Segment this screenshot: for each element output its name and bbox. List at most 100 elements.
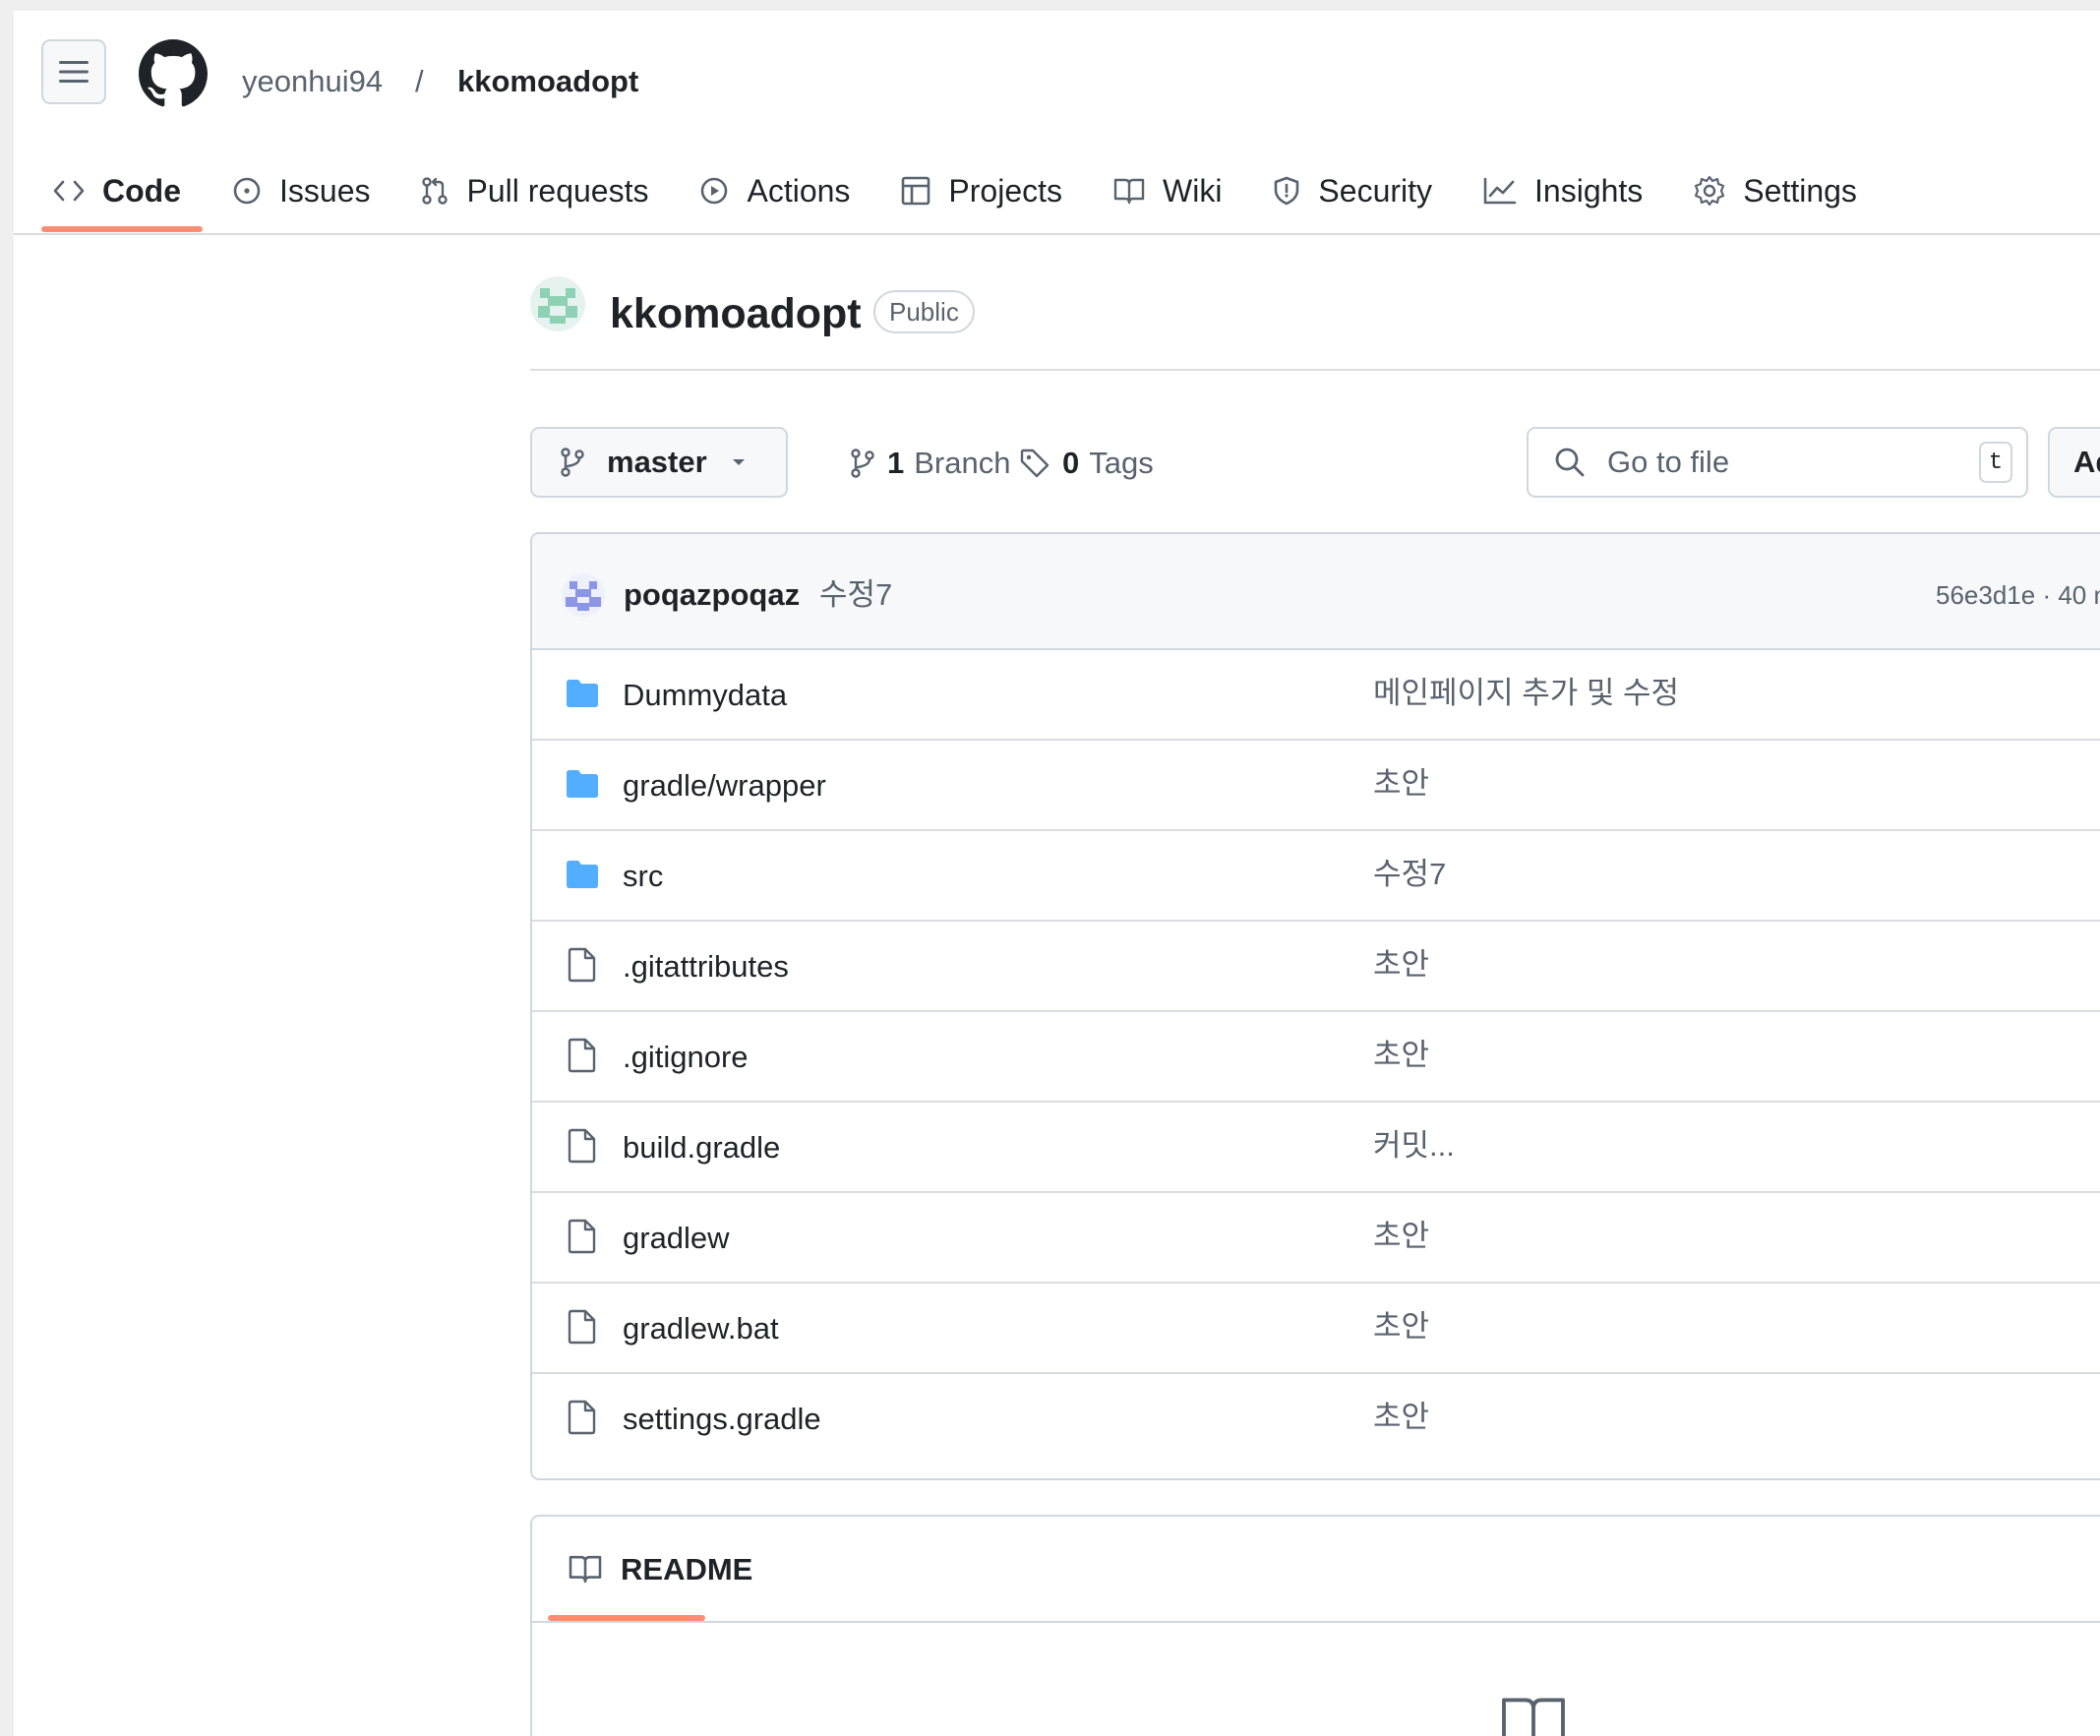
file-commit-message[interactable]: 초안: [1373, 945, 1429, 985]
file-name-link[interactable]: Dummydata: [623, 676, 787, 715]
file-row[interactable]: gradle/wrapper 초안: [532, 741, 2100, 831]
hamburger-icon: [59, 61, 89, 83]
active-tab-indicator: [41, 226, 203, 232]
tag-icon: [1020, 449, 1050, 478]
book-icon: [569, 1555, 602, 1584]
readme-tab-indicator: [548, 1615, 705, 1621]
repo-owner-avatar[interactable]: [530, 276, 585, 331]
file-row[interactable]: build.gradle 커밋...: [532, 1103, 2100, 1193]
commit-author-avatar[interactable]: [562, 573, 605, 617]
github-logo-icon[interactable]: [139, 39, 208, 108]
tab-projects[interactable]: Projects: [901, 166, 1062, 215]
branch-select-button[interactable]: master: [530, 427, 788, 498]
book-icon: [1502, 1698, 1565, 1736]
folder-icon: [567, 770, 598, 798]
file-commit-message[interactable]: 커밋...: [1373, 1126, 1455, 1166]
file-name-link[interactable]: settings.gradle: [623, 1400, 821, 1439]
file-name-link[interactable]: gradlew: [623, 1219, 730, 1258]
git-branch-icon: [851, 449, 874, 478]
visibility-badge: Public: [873, 290, 975, 333]
repo-title[interactable]: kkomoadopt: [610, 288, 862, 339]
gear-icon: [1695, 175, 1725, 207]
file-commit-message[interactable]: 수정7: [1373, 855, 1446, 894]
file-row[interactable]: gradlew 초안: [532, 1193, 2100, 1284]
file-row[interactable]: src 수정7: [532, 831, 2100, 922]
file-commit-message[interactable]: 메인페이지 추가 및 수정: [1373, 674, 1679, 713]
tab-insights[interactable]: Insights: [1483, 166, 1643, 215]
file-row[interactable]: Dummydata 메인페이지 추가 및 수정: [532, 650, 2100, 741]
repo-header: yeonhui94 / kkomoadopt Code Issues Pull …: [14, 11, 2100, 235]
shield-icon: [1275, 176, 1299, 206]
tab-projects-label: Projects: [948, 172, 1062, 209]
file-row[interactable]: settings.gradle 초안: [532, 1374, 2100, 1465]
readme-tab[interactable]: README: [621, 1550, 752, 1589]
tab-wiki-label: Wiki: [1163, 172, 1223, 209]
file-commit-message[interactable]: 초안: [1373, 1217, 1429, 1256]
file-commit-message[interactable]: 초안: [1373, 1307, 1429, 1347]
file-icon: [568, 1128, 596, 1164]
file-row[interactable]: gradlew.bat 초안: [532, 1284, 2100, 1374]
tab-security[interactable]: Security: [1273, 166, 1432, 215]
file-name-link[interactable]: src: [623, 857, 663, 896]
branch-name: master: [607, 445, 707, 479]
tab-code-label: Code: [102, 172, 181, 209]
file-row[interactable]: .gitattributes 초안: [532, 922, 2100, 1012]
file-icon: [568, 1309, 596, 1345]
git-branch-icon: [561, 448, 584, 477]
heading-divider: [530, 369, 2100, 371]
tab-pull-requests[interactable]: Pull requests: [421, 166, 648, 215]
commit-message[interactable]: 수정7: [819, 575, 892, 615]
open-menu-button[interactable]: [41, 39, 106, 104]
go-to-file-placeholder: Go to file: [1607, 445, 1730, 479]
add-file-button[interactable]: Ad: [2048, 427, 2100, 498]
issue-icon: [233, 177, 261, 205]
tags-label: Tags: [1089, 446, 1154, 480]
tab-issues[interactable]: Issues: [232, 166, 370, 215]
file-name-link[interactable]: build.gradle: [623, 1128, 780, 1167]
tab-actions-label: Actions: [747, 172, 851, 209]
pull-request-icon: [422, 177, 449, 205]
file-browser: poqazpoqaz 수정7 56e3d1e · 40 m Dummydata 메…: [530, 532, 2100, 1480]
go-to-file-input[interactable]: Go to file t: [1527, 427, 2028, 498]
file-commit-message[interactable]: 초안: [1373, 1398, 1429, 1437]
branches-count: 1: [887, 446, 905, 480]
file-name-link[interactable]: gradle/wrapper: [623, 766, 826, 806]
tab-security-label: Security: [1318, 172, 1433, 209]
graph-icon: [1483, 177, 1517, 205]
book-icon: [1113, 178, 1145, 205]
branches-label: Branch: [914, 446, 1011, 480]
browser-viewport: yeonhui94 / kkomoadopt Code Issues Pull …: [14, 11, 2100, 1736]
search-icon: [1555, 448, 1585, 477]
commit-author[interactable]: poqazpoqaz: [624, 575, 800, 615]
tab-issues-label: Issues: [279, 172, 371, 209]
branches-link[interactable]: 1 Branch: [850, 446, 1010, 481]
file-name-link[interactable]: .gitignore: [623, 1038, 749, 1077]
folder-icon: [567, 861, 598, 888]
file-icon: [568, 1038, 596, 1073]
file-commit-message[interactable]: 초안: [1373, 764, 1429, 804]
repo-owner-link[interactable]: yeonhui94: [242, 62, 383, 101]
keyboard-shortcut-hint: t: [1979, 442, 2012, 483]
file-icon: [568, 1400, 596, 1435]
commit-hash-time[interactable]: 56e3d1e · 40 m: [1936, 577, 2100, 613]
readme-panel: README: [530, 1515, 2100, 1736]
tab-insights-label: Insights: [1534, 172, 1644, 209]
tab-settings[interactable]: Settings: [1694, 166, 1857, 215]
file-icon: [568, 947, 596, 983]
latest-commit-bar: poqazpoqaz 수정7 56e3d1e · 40 m: [532, 534, 2100, 650]
tab-wiki[interactable]: Wiki: [1113, 166, 1222, 215]
tab-actions[interactable]: Actions: [699, 166, 850, 215]
tags-count: 0: [1062, 446, 1080, 480]
file-name-link[interactable]: gradlew.bat: [623, 1309, 779, 1348]
folder-icon: [567, 680, 598, 707]
file-name-link[interactable]: .gitattributes: [623, 947, 789, 987]
tab-code[interactable]: Code: [53, 166, 181, 215]
table-icon: [902, 176, 930, 206]
tags-link[interactable]: 0 Tags: [1019, 446, 1154, 481]
play-icon: [701, 177, 728, 205]
file-commit-message[interactable]: 초안: [1373, 1036, 1429, 1075]
tab-settings-label: Settings: [1743, 172, 1857, 209]
tab-pull-requests-label: Pull requests: [466, 172, 649, 209]
file-row[interactable]: .gitignore 초안: [532, 1012, 2100, 1103]
repo-name-link[interactable]: kkomoadopt: [457, 62, 638, 101]
